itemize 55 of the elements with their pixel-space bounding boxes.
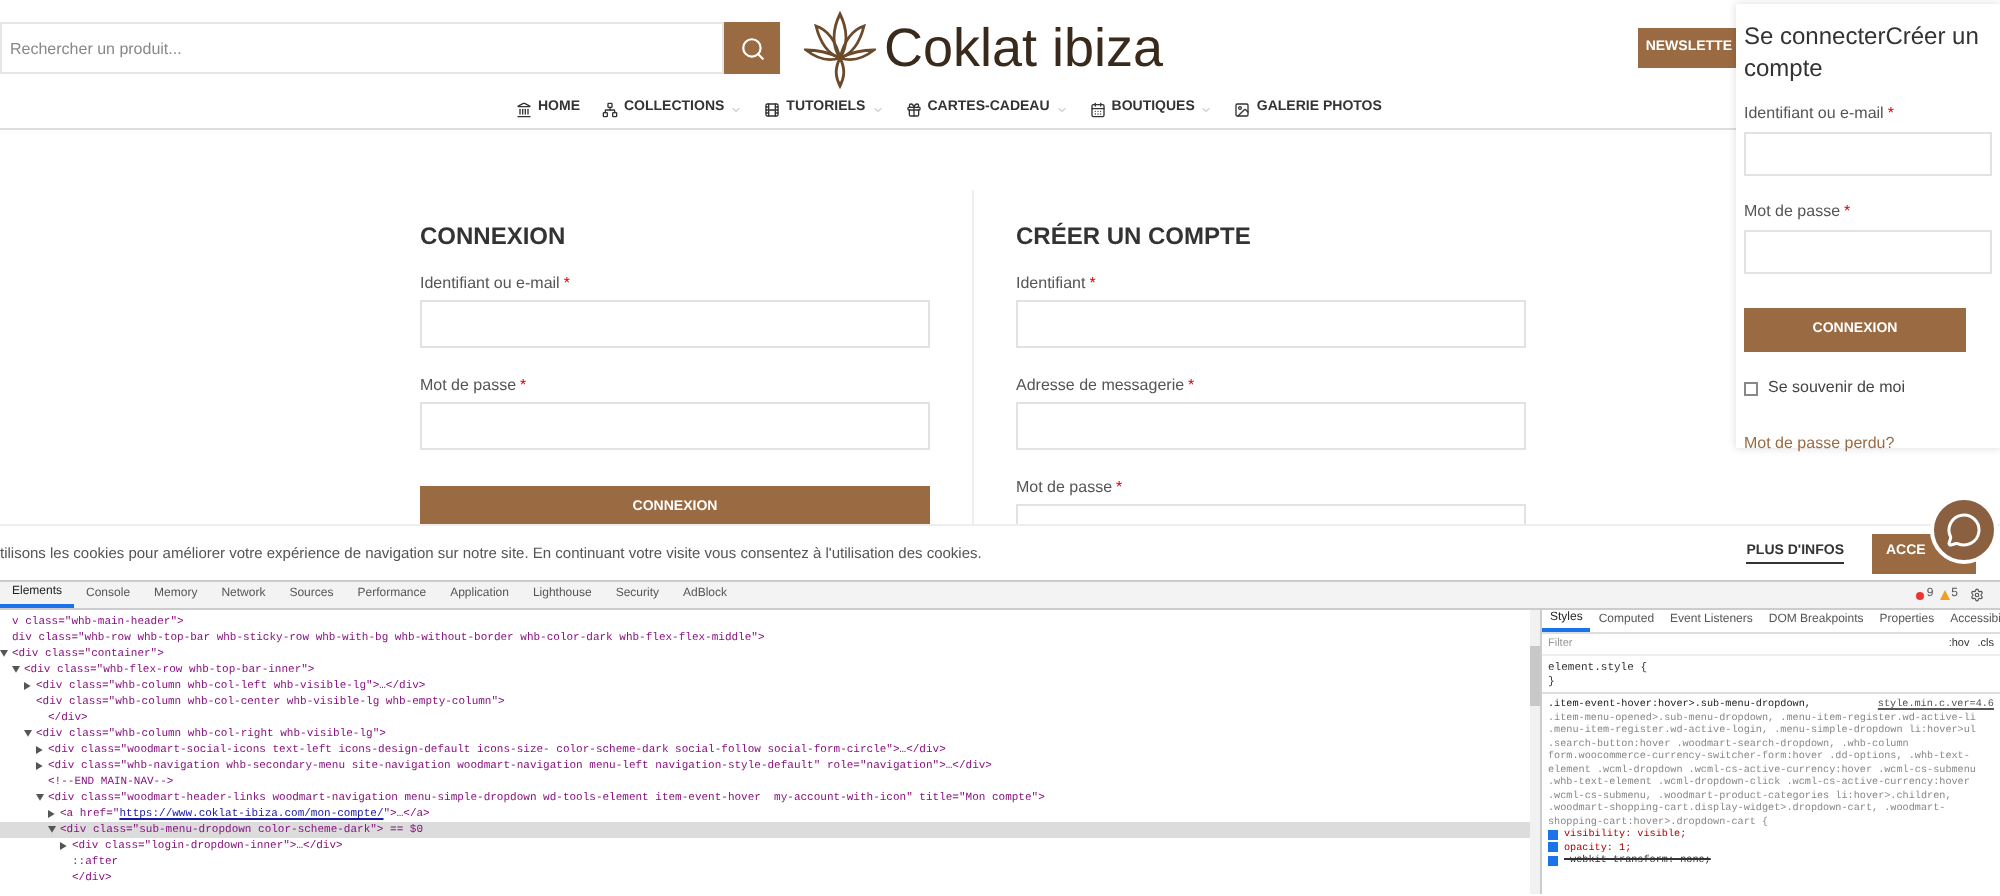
checkbox-label: Se souvenir de moi bbox=[1768, 376, 1905, 401]
field-label: Mot de passe bbox=[420, 376, 517, 394]
input-field[interactable] bbox=[1744, 132, 1992, 176]
chevron-icon bbox=[730, 103, 743, 115]
field-label: Identifiant ou e-mail bbox=[420, 274, 560, 292]
calendar-icon bbox=[1089, 101, 1106, 117]
field-label: Identifiant bbox=[1016, 274, 1086, 292]
required-mark: * bbox=[1116, 478, 1123, 496]
expanded-triangle-icon[interactable] bbox=[36, 794, 44, 802]
collapsed-triangle-icon[interactable] bbox=[60, 842, 68, 850]
film-icon bbox=[764, 101, 781, 117]
error-icon bbox=[1916, 591, 1925, 599]
input-field[interactable] bbox=[1744, 230, 1992, 274]
required-mark: * bbox=[563, 274, 570, 292]
required-mark: * bbox=[1188, 376, 1195, 394]
gift-icon bbox=[905, 101, 922, 117]
field-label: Adresse de messagerie bbox=[1016, 376, 1185, 394]
input-field[interactable] bbox=[420, 402, 930, 450]
checkbox[interactable] bbox=[1744, 381, 1758, 396]
dropdown-heading[interactable]: Se connecterCréer un compte bbox=[1744, 20, 1992, 84]
picture-icon bbox=[1234, 101, 1251, 117]
expanded-triangle-icon[interactable] bbox=[48, 826, 56, 834]
section-title: CONNEXION bbox=[420, 222, 568, 250]
lotus-logo-icon bbox=[804, 6, 876, 90]
sitemap-icon bbox=[602, 101, 618, 117]
input-field[interactable] bbox=[1016, 300, 1526, 348]
search-button[interactable] bbox=[724, 22, 780, 74]
bank-icon bbox=[516, 101, 532, 117]
collapsed-triangle-icon[interactable] bbox=[24, 682, 32, 690]
lost-password-link[interactable]: Mot de passe perdu? bbox=[1744, 434, 1895, 453]
input-field[interactable] bbox=[1016, 402, 1526, 450]
warning-icon bbox=[1939, 590, 1950, 600]
chevron-icon bbox=[871, 103, 884, 115]
checkbox[interactable] bbox=[1548, 842, 1558, 853]
checkbox[interactable] bbox=[1548, 829, 1558, 840]
field-label: Mot de passe bbox=[1016, 478, 1113, 496]
chevron-icon bbox=[1055, 103, 1068, 115]
expanded-triangle-icon[interactable] bbox=[24, 730, 32, 738]
required-mark: * bbox=[1887, 104, 1894, 122]
search-field[interactable]: Rechercher un produit... bbox=[0, 22, 724, 74]
settings-icon[interactable] bbox=[1970, 588, 1984, 602]
chat-bubble-icon bbox=[1946, 512, 1982, 548]
collapsed-triangle-icon[interactable] bbox=[48, 810, 56, 818]
field-label: Identifiant ou e-mail bbox=[1744, 104, 1884, 122]
input-field[interactable] bbox=[420, 300, 930, 348]
scrollbar[interactable] bbox=[1530, 610, 1540, 894]
section-title: CRÉER UN COMPTE bbox=[1016, 222, 1253, 250]
chevron-icon bbox=[1200, 103, 1213, 115]
required-mark: * bbox=[520, 376, 527, 394]
search-icon bbox=[739, 35, 765, 61]
logo-text: Coklat ibiza bbox=[884, 21, 1164, 75]
required-mark: * bbox=[1844, 202, 1851, 220]
checkbox[interactable] bbox=[1548, 855, 1558, 866]
required-mark: * bbox=[1089, 274, 1096, 292]
field-label: Mot de passe bbox=[1744, 202, 1841, 220]
